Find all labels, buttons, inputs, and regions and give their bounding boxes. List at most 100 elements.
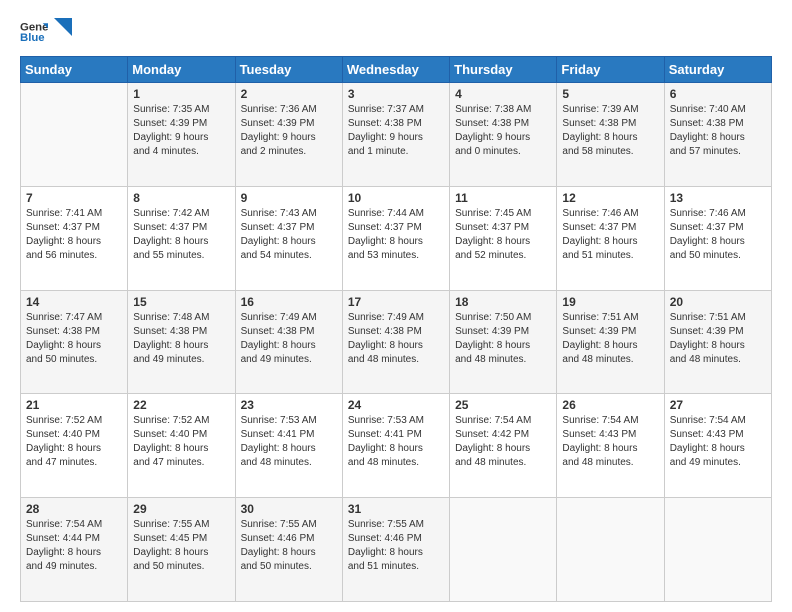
cell-text-line: Sunrise: 7:54 AM [670,414,766,428]
day-number: 14 [26,295,122,309]
cell-text-line: and 49 minutes. [241,353,337,367]
calendar-cell [450,498,557,602]
cell-text-line: Sunrise: 7:49 AM [241,311,337,325]
calendar-cell: 21Sunrise: 7:52 AMSunset: 4:40 PMDayligh… [21,394,128,498]
calendar-cell: 14Sunrise: 7:47 AMSunset: 4:38 PMDayligh… [21,290,128,394]
cell-text-line: and 50 minutes. [26,353,122,367]
cell-text-line: and 48 minutes. [562,353,658,367]
day-number: 7 [26,191,122,205]
calendar-cell: 25Sunrise: 7:54 AMSunset: 4:42 PMDayligh… [450,394,557,498]
cell-text-line: and 1 minute. [348,145,444,159]
cell-text-line: Sunset: 4:38 PM [455,117,551,131]
calendar-cell: 19Sunrise: 7:51 AMSunset: 4:39 PMDayligh… [557,290,664,394]
cell-text-line: and 52 minutes. [455,249,551,263]
day-number: 15 [133,295,229,309]
cell-text-line: and 0 minutes. [455,145,551,159]
cell-text-line: Sunrise: 7:45 AM [455,207,551,221]
cell-text-line: Sunset: 4:37 PM [26,221,122,235]
cell-text-line: Sunset: 4:38 PM [562,117,658,131]
cell-text-line: Sunrise: 7:55 AM [241,518,337,532]
cell-text-line: Sunset: 4:44 PM [26,532,122,546]
day-number: 24 [348,398,444,412]
col-header-wednesday: Wednesday [342,57,449,83]
cell-text-line: Sunrise: 7:49 AM [348,311,444,325]
cell-text-line: Sunset: 4:40 PM [26,428,122,442]
cell-text-line: Sunrise: 7:42 AM [133,207,229,221]
cell-text-line: Sunset: 4:39 PM [562,325,658,339]
cell-text-line: Sunset: 4:38 PM [348,117,444,131]
calendar-week-row: 21Sunrise: 7:52 AMSunset: 4:40 PMDayligh… [21,394,772,498]
cell-text-line: Sunset: 4:39 PM [670,325,766,339]
calendar-cell: 12Sunrise: 7:46 AMSunset: 4:37 PMDayligh… [557,186,664,290]
logo-icon: General Blue [20,18,48,46]
cell-text-line: Sunset: 4:38 PM [348,325,444,339]
calendar-cell: 31Sunrise: 7:55 AMSunset: 4:46 PMDayligh… [342,498,449,602]
cell-text-line: Daylight: 8 hours [670,442,766,456]
day-number: 3 [348,87,444,101]
day-number: 1 [133,87,229,101]
calendar-cell: 28Sunrise: 7:54 AMSunset: 4:44 PMDayligh… [21,498,128,602]
cell-text-line: Sunset: 4:37 PM [670,221,766,235]
cell-text-line: Daylight: 9 hours [133,131,229,145]
cell-text-line: Sunset: 4:38 PM [133,325,229,339]
cell-text-line: Daylight: 8 hours [562,131,658,145]
cell-text-line: and 55 minutes. [133,249,229,263]
cell-text-line: Sunrise: 7:53 AM [241,414,337,428]
day-number: 10 [348,191,444,205]
cell-text-line: Sunset: 4:46 PM [241,532,337,546]
cell-text-line: Daylight: 8 hours [26,442,122,456]
cell-text-line: Daylight: 8 hours [348,442,444,456]
cell-text-line: Sunrise: 7:54 AM [562,414,658,428]
day-number: 23 [241,398,337,412]
cell-text-line: Sunrise: 7:40 AM [670,103,766,117]
cell-text-line: and 51 minutes. [348,560,444,574]
calendar-cell: 2Sunrise: 7:36 AMSunset: 4:39 PMDaylight… [235,83,342,187]
cell-text-line: Daylight: 8 hours [348,235,444,249]
cell-text-line: Sunset: 4:37 PM [241,221,337,235]
cell-text-line: Daylight: 8 hours [241,235,337,249]
cell-text-line: Daylight: 8 hours [241,442,337,456]
cell-text-line: Sunrise: 7:46 AM [562,207,658,221]
cell-text-line: Sunrise: 7:54 AM [455,414,551,428]
col-header-sunday: Sunday [21,57,128,83]
day-number: 12 [562,191,658,205]
cell-text-line: Daylight: 8 hours [562,442,658,456]
calendar-cell: 9Sunrise: 7:43 AMSunset: 4:37 PMDaylight… [235,186,342,290]
col-header-monday: Monday [128,57,235,83]
calendar-cell [21,83,128,187]
cell-text-line: Sunrise: 7:44 AM [348,207,444,221]
cell-text-line: and 57 minutes. [670,145,766,159]
cell-text-line: Sunset: 4:39 PM [455,325,551,339]
cell-text-line: Daylight: 8 hours [562,235,658,249]
cell-text-line: Daylight: 8 hours [241,546,337,560]
calendar-cell: 22Sunrise: 7:52 AMSunset: 4:40 PMDayligh… [128,394,235,498]
cell-text-line: Sunrise: 7:51 AM [670,311,766,325]
cell-text-line: Sunset: 4:37 PM [455,221,551,235]
cell-text-line: Sunrise: 7:46 AM [670,207,766,221]
calendar-cell: 4Sunrise: 7:38 AMSunset: 4:38 PMDaylight… [450,83,557,187]
cell-text-line: Sunrise: 7:51 AM [562,311,658,325]
cell-text-line: and 47 minutes. [26,456,122,470]
cell-text-line: Daylight: 8 hours [348,546,444,560]
cell-text-line: Sunrise: 7:36 AM [241,103,337,117]
calendar-cell: 8Sunrise: 7:42 AMSunset: 4:37 PMDaylight… [128,186,235,290]
day-number: 22 [133,398,229,412]
cell-text-line: Daylight: 8 hours [26,546,122,560]
day-number: 2 [241,87,337,101]
calendar-cell: 5Sunrise: 7:39 AMSunset: 4:38 PMDaylight… [557,83,664,187]
day-number: 25 [455,398,551,412]
calendar-cell: 26Sunrise: 7:54 AMSunset: 4:43 PMDayligh… [557,394,664,498]
cell-text-line: and 48 minutes. [455,353,551,367]
cell-text-line: Daylight: 8 hours [455,442,551,456]
cell-text-line: Sunset: 4:41 PM [348,428,444,442]
cell-text-line: Sunrise: 7:38 AM [455,103,551,117]
day-number: 4 [455,87,551,101]
cell-text-line: Sunset: 4:41 PM [241,428,337,442]
cell-text-line: Sunrise: 7:55 AM [133,518,229,532]
cell-text-line: and 50 minutes. [670,249,766,263]
cell-text-line: Daylight: 8 hours [133,235,229,249]
cell-text-line: and 49 minutes. [670,456,766,470]
cell-text-line: Sunrise: 7:55 AM [348,518,444,532]
cell-text-line: Sunset: 4:43 PM [562,428,658,442]
cell-text-line: Daylight: 8 hours [348,339,444,353]
